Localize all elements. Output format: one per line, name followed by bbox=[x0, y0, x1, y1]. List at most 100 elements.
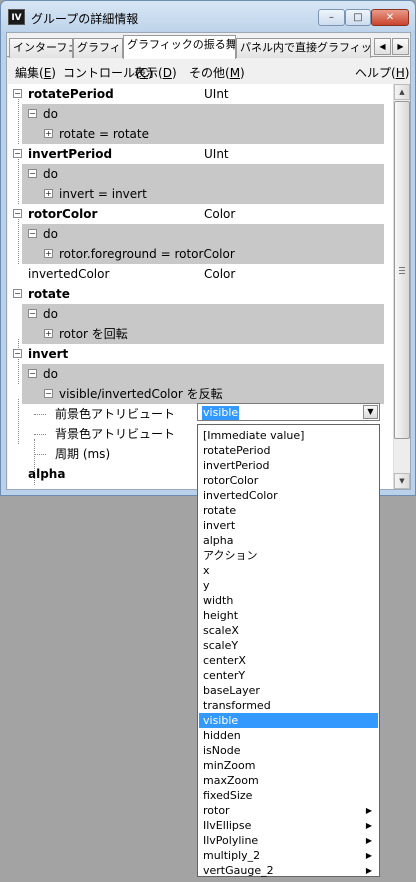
option-label: invert bbox=[203, 519, 236, 532]
scroll-thumb[interactable] bbox=[394, 101, 410, 439]
tree-row-action[interactable]: + rotor.foreground = rotorColor bbox=[22, 244, 384, 264]
menu-view[interactable]: 表示(D) bbox=[134, 64, 177, 81]
dropdown-option[interactable]: scaleX bbox=[199, 623, 378, 638]
grip-icon bbox=[399, 267, 405, 274]
dropdown-option[interactable]: x bbox=[199, 563, 378, 578]
dropdown-option[interactable]: rotate bbox=[199, 503, 378, 518]
tab-interface[interactable]: インターフェース bbox=[9, 38, 73, 58]
combo-value: visible bbox=[202, 406, 240, 420]
expand-icon[interactable]: + bbox=[44, 249, 53, 258]
tab-scroll-right-icon[interactable]: ▶ bbox=[392, 38, 409, 55]
menu-help[interactable]: ヘルプ(H) bbox=[355, 64, 409, 81]
expand-icon[interactable]: + bbox=[44, 129, 53, 138]
collapse-icon[interactable]: − bbox=[13, 89, 22, 98]
collapse-icon[interactable]: − bbox=[28, 309, 37, 318]
row-label: rotor.foreground = rotorColor bbox=[59, 247, 235, 261]
dropdown-option[interactable]: [Immediate value] bbox=[199, 428, 378, 443]
tab-direct-graphics[interactable]: パネル内で直接グラフィックを bbox=[236, 38, 371, 58]
dropdown-option[interactable]: rotorColor bbox=[199, 473, 378, 488]
dropdown-option[interactable]: invertPeriod bbox=[199, 458, 378, 473]
tree-row-rotate[interactable]: − rotate bbox=[8, 284, 394, 304]
option-label: IlvPolyline bbox=[203, 834, 259, 847]
dropdown-option[interactable]: fixedSize bbox=[199, 788, 378, 803]
minimize-icon: – bbox=[329, 12, 334, 23]
row-label: do bbox=[43, 227, 58, 241]
tree-scrollbar[interactable]: ▲ ▼ bbox=[393, 84, 410, 489]
dropdown-option[interactable]: hidden bbox=[199, 728, 378, 743]
chevron-down-icon[interactable]: ▼ bbox=[363, 405, 378, 419]
tree-row-inverted-color[interactable]: invertedColor Color bbox=[8, 264, 394, 284]
menu-other[interactable]: その他(M) bbox=[189, 64, 245, 81]
tree-line bbox=[18, 219, 19, 264]
maximize-button[interactable]: □ bbox=[345, 9, 371, 26]
tree-row-rotate-period[interactable]: − rotatePeriod UInt bbox=[8, 84, 394, 104]
collapse-icon[interactable]: − bbox=[13, 149, 22, 158]
param-label: 背景色アトリビュート bbox=[55, 427, 176, 441]
dropdown-option[interactable]: vertGauge_2 ▶ bbox=[199, 863, 378, 878]
tree-row-do[interactable]: − do bbox=[22, 224, 384, 244]
dropdown-option[interactable]: height bbox=[199, 608, 378, 623]
collapse-icon[interactable]: − bbox=[13, 209, 22, 218]
scroll-up-icon[interactable]: ▲ bbox=[394, 84, 410, 100]
collapse-icon[interactable]: − bbox=[28, 169, 37, 178]
dropdown-option[interactable]: maxZoom bbox=[199, 773, 378, 788]
dropdown-option[interactable]: scaleY bbox=[199, 638, 378, 653]
expand-icon[interactable]: + bbox=[44, 329, 53, 338]
row-label: rotorColor bbox=[28, 207, 98, 221]
tree-row-do[interactable]: − do bbox=[22, 364, 384, 384]
scroll-down-icon[interactable]: ▼ bbox=[394, 473, 410, 489]
dropdown-option[interactable]: visible bbox=[199, 713, 378, 728]
dropdown-option[interactable]: multiply_2 ▶ bbox=[199, 848, 378, 863]
option-label: visible bbox=[203, 714, 239, 727]
tab-scroll-left-icon[interactable]: ◀ bbox=[374, 38, 391, 55]
tree-row-action[interactable]: + rotate = rotate bbox=[22, 124, 384, 144]
dropdown-option[interactable]: centerX bbox=[199, 653, 378, 668]
row-label: do bbox=[43, 167, 58, 181]
param-label: 周期 (ms) bbox=[55, 447, 111, 461]
dropdown-option[interactable]: IlvPolyline ▶ bbox=[199, 833, 378, 848]
minimize-button[interactable]: – bbox=[318, 9, 345, 26]
dropdown-option[interactable]: アクション bbox=[199, 548, 378, 563]
dropdown-option[interactable]: IlvEllipse ▶ bbox=[199, 818, 378, 833]
dropdown-option[interactable]: width bbox=[199, 593, 378, 608]
dropdown-option[interactable]: rotor ▶ bbox=[199, 803, 378, 818]
tree-row-do[interactable]: − do bbox=[22, 304, 384, 324]
title-bar[interactable]: IV グループの詳細情報 – □ ✕ bbox=[1, 1, 415, 31]
dropdown-option[interactable]: alpha bbox=[199, 533, 378, 548]
maximize-icon: □ bbox=[353, 12, 363, 23]
dropdown-option[interactable]: rotatePeriod bbox=[199, 443, 378, 458]
collapse-icon[interactable]: − bbox=[28, 229, 37, 238]
menu-edit[interactable]: 編集(E) bbox=[15, 64, 56, 81]
collapse-icon[interactable]: − bbox=[13, 349, 22, 358]
collapse-icon[interactable]: − bbox=[28, 109, 37, 118]
tree-row-do[interactable]: − do bbox=[22, 104, 384, 124]
collapse-icon[interactable]: − bbox=[28, 369, 37, 378]
tree-row-action[interactable]: + rotor を回転 bbox=[22, 324, 384, 344]
row-type: Color bbox=[204, 267, 236, 281]
tree-row-invert[interactable]: − invert bbox=[8, 344, 394, 364]
option-label: rotate bbox=[203, 504, 237, 517]
dropdown-option[interactable]: y bbox=[199, 578, 378, 593]
tree-row-do[interactable]: − do bbox=[22, 164, 384, 184]
row-label: do bbox=[43, 107, 58, 121]
attribute-combo[interactable]: visible ▼ bbox=[197, 403, 380, 421]
option-label: fixedSize bbox=[203, 789, 253, 802]
dropdown-option[interactable]: transformed bbox=[199, 698, 378, 713]
dropdown-option[interactable]: isNode bbox=[199, 743, 378, 758]
dropdown-option[interactable]: invert bbox=[199, 518, 378, 533]
close-button[interactable]: ✕ bbox=[371, 9, 409, 26]
row-label: alpha bbox=[28, 467, 66, 481]
dropdown-option[interactable]: invertedColor bbox=[199, 488, 378, 503]
dropdown-option[interactable]: minZoom bbox=[199, 758, 378, 773]
dropdown-option[interactable]: baseLayer bbox=[199, 683, 378, 698]
tab-graphics[interactable]: グラフィック bbox=[73, 38, 123, 58]
tree-row-invert-period[interactable]: − invertPeriod UInt bbox=[8, 144, 394, 164]
tree-row-action-expanded[interactable]: − visible/invertedColor を反転 bbox=[22, 384, 384, 404]
tab-graphics-behavior[interactable]: グラフィックの振る舞い bbox=[123, 35, 236, 59]
tree-row-action[interactable]: + invert = invert bbox=[22, 184, 384, 204]
expand-icon[interactable]: + bbox=[44, 189, 53, 198]
dropdown-option[interactable]: centerY bbox=[199, 668, 378, 683]
tree-row-rotor-color[interactable]: − rotorColor Color bbox=[8, 204, 394, 224]
collapse-icon[interactable]: − bbox=[13, 289, 22, 298]
collapse-icon[interactable]: − bbox=[44, 389, 53, 398]
